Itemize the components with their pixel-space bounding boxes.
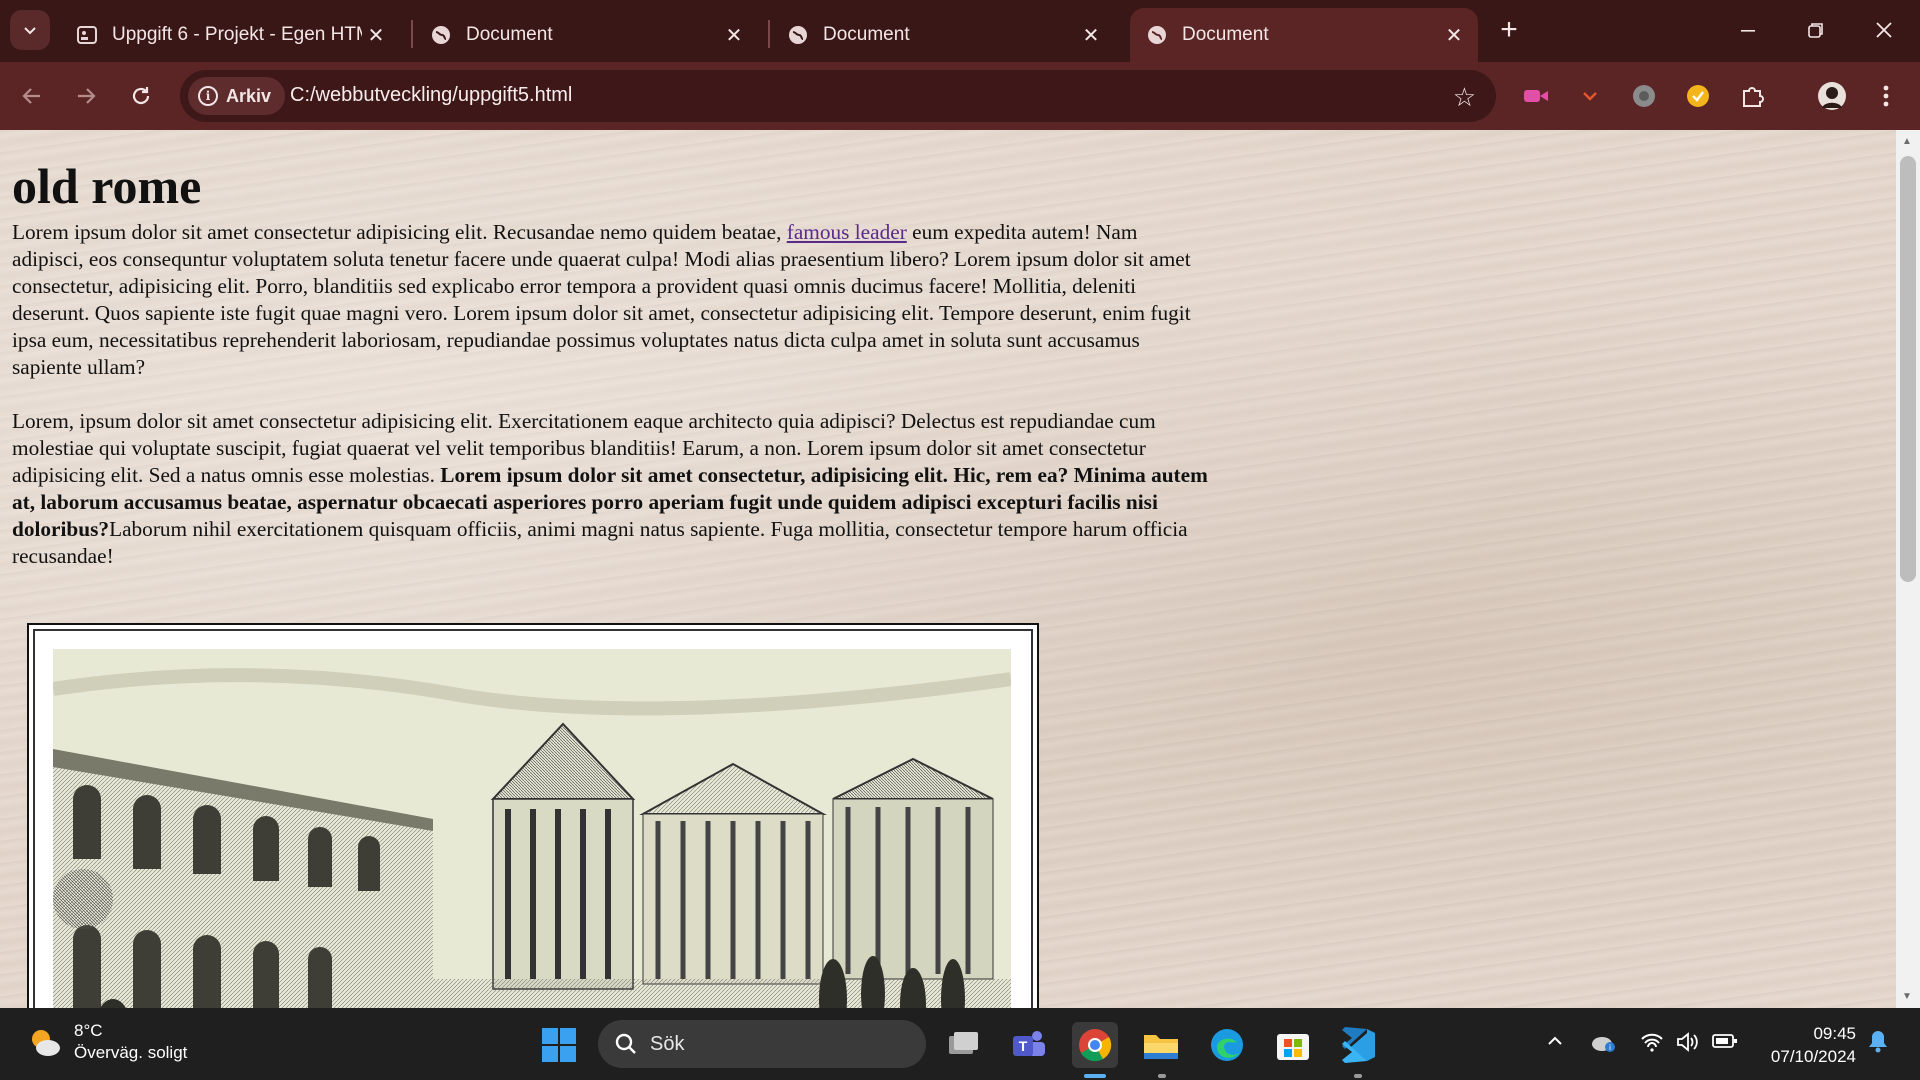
bookmark-star-icon[interactable]: ☆ bbox=[1453, 82, 1476, 113]
tab-document-1[interactable]: Document ✕ bbox=[414, 8, 758, 62]
minimize-icon bbox=[1741, 30, 1755, 32]
restore-icon bbox=[1808, 23, 1823, 38]
chevron-down-icon bbox=[24, 27, 36, 35]
close-icon[interactable]: ✕ bbox=[720, 21, 748, 49]
page-heading: old rome bbox=[12, 158, 202, 214]
paragraph-2: Lorem, ipsum dolor sit amet consectetur … bbox=[12, 408, 1210, 570]
notification-bell-icon[interactable] bbox=[1866, 1028, 1890, 1059]
page-content: old rome Lorem ipsum dolor sit amet cons… bbox=[12, 130, 1210, 597]
wifi-icon[interactable] bbox=[1640, 1032, 1664, 1057]
show-hidden-icons-icon[interactable] bbox=[1546, 1032, 1564, 1055]
arrow-right-icon bbox=[78, 88, 96, 104]
tab-title: Document bbox=[466, 24, 553, 45]
new-tab-button[interactable]: + bbox=[1494, 12, 1524, 48]
more-menu-icon[interactable] bbox=[1870, 80, 1902, 112]
file-explorer-icon[interactable] bbox=[1138, 1022, 1184, 1068]
extension-grey-icon[interactable] bbox=[1628, 80, 1660, 112]
active-app-indicator bbox=[1084, 1074, 1106, 1078]
tab-uppgift[interactable]: Uppgift 6 - Projekt - Egen HTML ✕ bbox=[60, 8, 400, 62]
tab-document-2[interactable]: Document ✕ bbox=[771, 8, 1115, 62]
svg-text:T: T bbox=[1019, 1038, 1028, 1054]
scrollbar-thumb[interactable] bbox=[1900, 156, 1916, 582]
taskbar-search-box[interactable]: Sök bbox=[598, 1020, 926, 1068]
extension-yellow-icon[interactable] bbox=[1682, 80, 1714, 112]
tab-strip: Uppgift 6 - Projekt - Egen HTML ✕ Docume… bbox=[0, 0, 1920, 62]
site-info-label: Arkiv bbox=[226, 85, 272, 106]
close-icon bbox=[1876, 22, 1892, 38]
tab-separator bbox=[411, 20, 413, 48]
address-bar[interactable]: i Arkiv C:/webbutveckling/uppgift5.html … bbox=[180, 70, 1496, 122]
page-viewport: old rome Lorem ipsum dolor sit amet cons… bbox=[0, 130, 1896, 1008]
vscode-icon[interactable] bbox=[1336, 1022, 1382, 1068]
clock-date: 07/10/2024 bbox=[1770, 1047, 1856, 1066]
windows-logo-icon bbox=[542, 1028, 576, 1062]
system-clock[interactable]: 09:45 07/10/2024 bbox=[1760, 1022, 1856, 1068]
edge-icon[interactable] bbox=[1204, 1022, 1250, 1068]
extension-chevron-icon[interactable] bbox=[1574, 80, 1606, 112]
reload-icon bbox=[132, 87, 150, 105]
forward-button[interactable] bbox=[70, 80, 102, 112]
reload-button[interactable] bbox=[125, 80, 157, 112]
windows-taskbar: 8°C Överväg. soligt Sök T i 09:45 07/10/… bbox=[0, 1008, 1920, 1080]
battery-icon[interactable] bbox=[1712, 1032, 1738, 1055]
minimize-button[interactable] bbox=[1726, 10, 1770, 50]
url-text[interactable]: C:/webbutveckling/uppgift5.html bbox=[290, 84, 572, 107]
search-placeholder: Sök bbox=[650, 1032, 685, 1055]
search-icon bbox=[615, 1033, 636, 1054]
restore-button[interactable] bbox=[1794, 10, 1838, 50]
page-scrollbar[interactable]: ▲ ▼ bbox=[1896, 130, 1920, 1008]
info-icon: i bbox=[198, 86, 218, 106]
running-app-indicator bbox=[1354, 1074, 1362, 1078]
paragraph-1-start: Lorem ipsum dolor sit amet consectetur a… bbox=[12, 219, 787, 244]
page-favicon-icon bbox=[76, 24, 98, 46]
globe-icon bbox=[1146, 24, 1168, 46]
close-window-button[interactable] bbox=[1862, 10, 1906, 50]
site-info-chip[interactable]: i Arkiv bbox=[188, 77, 286, 115]
roman-forum-image-frame bbox=[27, 623, 1039, 1008]
weather-sun-cloud-icon bbox=[32, 1030, 60, 1056]
microsoft-store-icon[interactable] bbox=[1270, 1022, 1316, 1068]
globe-icon bbox=[430, 24, 452, 46]
browser-toolbar: i Arkiv C:/webbutveckling/uppgift5.html … bbox=[0, 62, 1920, 130]
start-button[interactable] bbox=[536, 1022, 582, 1068]
close-icon[interactable]: ✕ bbox=[362, 21, 390, 49]
scroll-down-arrow-icon[interactable]: ▼ bbox=[1902, 991, 1912, 1002]
famous-leader-link[interactable]: famous leader bbox=[787, 220, 907, 244]
tab-title: Document bbox=[823, 24, 910, 45]
weather-temperature: 8°C bbox=[74, 1021, 103, 1040]
globe-icon bbox=[787, 24, 809, 46]
extensions-puzzle-icon[interactable] bbox=[1736, 80, 1768, 112]
running-app-indicator bbox=[1158, 1074, 1166, 1078]
tab-separator bbox=[768, 20, 770, 48]
tab-search-button[interactable] bbox=[10, 10, 50, 50]
weather-widget[interactable]: 8°C Överväg. soligt bbox=[28, 1020, 187, 1064]
chrome-icon[interactable] bbox=[1072, 1022, 1118, 1068]
tab-title: Uppgift 6 - Projekt - Egen HTML bbox=[112, 24, 362, 45]
svg-text:i: i bbox=[1609, 1043, 1611, 1052]
volume-icon[interactable] bbox=[1676, 1032, 1700, 1057]
clock-time: 09:45 bbox=[1813, 1024, 1856, 1043]
task-view-icon[interactable] bbox=[940, 1022, 986, 1068]
paragraph-1: Lorem ipsum dolor sit amet consectetur a… bbox=[12, 219, 1210, 381]
tab-title: Document bbox=[1182, 24, 1269, 45]
roman-forum-engraving-image bbox=[53, 649, 1011, 1008]
profile-avatar[interactable] bbox=[1816, 80, 1848, 112]
close-icon[interactable]: ✕ bbox=[1077, 21, 1105, 49]
arrow-left-icon bbox=[22, 88, 40, 104]
weather-description: Överväg. soligt bbox=[74, 1043, 188, 1062]
paragraph-2-end: Laborum nihil exercitationem quisquam of… bbox=[12, 516, 1188, 568]
scroll-up-arrow-icon[interactable]: ▲ bbox=[1902, 136, 1912, 147]
back-button[interactable] bbox=[16, 80, 48, 112]
teams-icon[interactable]: T bbox=[1006, 1022, 1052, 1068]
tab-document-active[interactable]: Document ✕ bbox=[1130, 8, 1478, 62]
extension-record-icon[interactable] bbox=[1520, 80, 1552, 112]
close-icon[interactable]: ✕ bbox=[1440, 21, 1468, 49]
onedrive-icon[interactable]: i bbox=[1590, 1032, 1618, 1059]
